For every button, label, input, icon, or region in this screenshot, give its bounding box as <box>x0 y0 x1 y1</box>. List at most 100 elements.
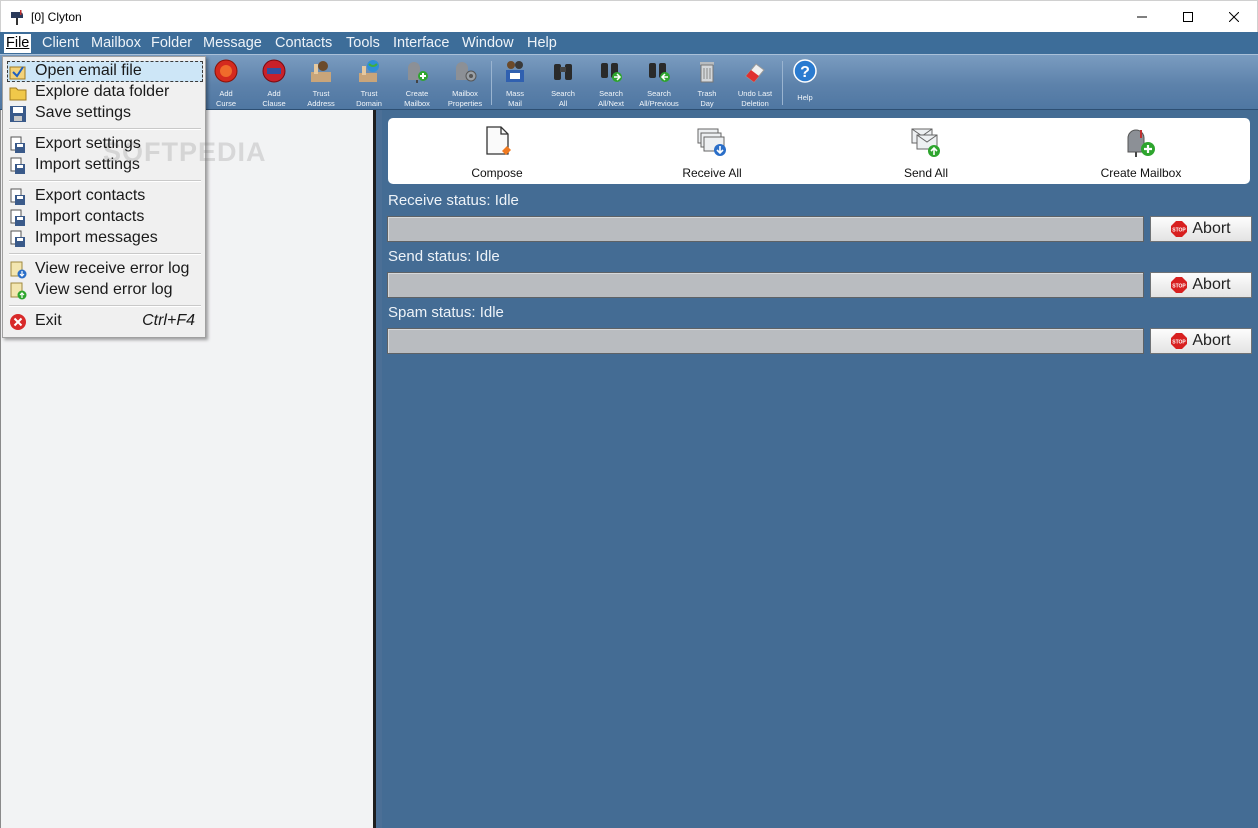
exit-label: Exit <box>35 312 62 329</box>
add-clause-button[interactable]: Add Clause <box>249 58 299 108</box>
trash-day-label-1: Trash <box>697 89 717 98</box>
menu-item-import-messages[interactable]: Import messages <box>7 228 203 249</box>
undo-deletion-label-2: Deletion <box>741 99 769 108</box>
close-button[interactable] <box>1211 1 1257 32</box>
mass-mail-button[interactable]: Mass Mail <box>490 58 540 108</box>
mailbox-add-icon <box>1127 129 1155 157</box>
trash-day-label-2: Day <box>700 99 714 108</box>
trust-address-button[interactable]: Trust Address <box>296 58 346 108</box>
menu-item-exit[interactable]: Exit Ctrl+F4 <box>7 311 203 332</box>
import-settings-label: Import settings <box>35 156 140 173</box>
minimize-button[interactable] <box>1119 1 1165 32</box>
export-icon <box>10 136 25 153</box>
mailbox-properties-label-2: Properties <box>447 99 483 108</box>
create-mailbox-toolbar-button[interactable]: Create Mailbox <box>392 58 442 108</box>
send-abort-button[interactable]: STOP Abort <box>1150 272 1252 298</box>
menu-folder[interactable]: Folder <box>151 35 192 52</box>
receive-all-icon <box>697 128 726 156</box>
send-status-label: Send status: Idle <box>388 248 500 265</box>
binoculars-previous-icon <box>649 63 670 82</box>
add-curse-label-1: Add <box>219 89 233 98</box>
menu-item-import-settings[interactable]: Import settings <box>7 155 203 176</box>
maximize-button[interactable] <box>1165 1 1211 32</box>
menu-file-label: File <box>6 35 30 51</box>
exit-icon <box>10 314 26 330</box>
import-messages-label: Import messages <box>35 229 158 246</box>
search-all-label-2: All <box>558 99 568 108</box>
mailbox-properties-button[interactable]: Mailbox Properties <box>440 58 490 108</box>
send-progress-bar <box>387 272 1144 298</box>
receive-status-label: Receive status: Idle <box>388 192 519 209</box>
trust-domain-label-2: Domain <box>356 99 382 108</box>
trust-domain-button[interactable]: Trust Domain <box>344 58 394 108</box>
receive-all-button[interactable]: Receive All <box>637 124 787 180</box>
search-all-label-1: Search <box>551 89 575 98</box>
save-settings-label: Save settings <box>35 104 132 121</box>
search-all-button[interactable]: Search All <box>538 58 588 108</box>
menu-tools[interactable]: Tools <box>346 35 380 52</box>
compose-icon <box>486 126 511 155</box>
menu-client[interactable]: Client <box>42 35 79 52</box>
import-contacts-label: Import contacts <box>35 208 145 225</box>
undo-deletion-button[interactable]: Undo Last Deletion <box>730 58 780 108</box>
import-messages-icon <box>10 230 25 247</box>
add-curse-label-2: Curse <box>215 99 236 108</box>
search-previous-button[interactable]: Search All/Previous <box>634 58 684 108</box>
trash-day-button[interactable]: Trash Day <box>682 58 732 108</box>
open-email-file-label: Open email file <box>35 62 142 79</box>
menu-interface[interactable]: Interface <box>393 35 449 52</box>
menu-item-save-settings[interactable]: Save settings <box>7 103 203 124</box>
menu-contacts[interactable]: Contacts <box>275 35 332 52</box>
receive-abort-label: Abort <box>1192 220 1231 237</box>
menu-window[interactable]: Window <box>462 35 514 52</box>
stop-icon: STOP <box>1171 221 1188 237</box>
menu-separator <box>9 180 201 182</box>
menu-item-import-contacts[interactable]: Import contacts <box>7 207 203 228</box>
folder-icon <box>9 87 27 101</box>
menu-mailbox[interactable]: Mailbox <box>91 35 141 52</box>
trust-address-label-1: Trust <box>312 89 330 98</box>
stop-icon: STOP <box>1171 333 1188 349</box>
menu-message[interactable]: Message <box>203 35 262 52</box>
save-icon <box>10 106 26 122</box>
menu-item-export-settings[interactable]: Export settings <box>7 134 203 155</box>
explore-data-folder-label: Explore data folder <box>35 83 170 100</box>
menu-separator <box>9 128 201 130</box>
binoculars-next-icon <box>601 63 622 82</box>
main-panel: Compose Receive All Send All Create Mail… <box>382 110 1258 828</box>
app-mailbox-icon <box>11 10 23 25</box>
mass-mail-label-2: Mail <box>508 99 522 108</box>
add-clause-label-2: Clause <box>262 99 286 108</box>
search-next-label-2: All/Next <box>598 99 624 108</box>
trust-domain-icon <box>359 60 379 82</box>
create-mailbox-button[interactable]: Create Mailbox <box>1066 124 1216 180</box>
menu-item-export-contacts[interactable]: Export contacts <box>7 186 203 207</box>
export-contacts-icon <box>10 188 25 205</box>
create-mailbox-quick-label: Create Mailbox <box>1100 166 1182 180</box>
spam-abort-button[interactable]: STOP Abort <box>1150 328 1252 354</box>
add-curse-button[interactable]: Add Curse <box>201 58 251 108</box>
compose-button[interactable]: Compose <box>422 124 572 180</box>
open-email-icon <box>9 66 26 80</box>
create-mailbox-label-2: Mailbox <box>404 99 430 108</box>
spam-progress-bar <box>387 328 1144 354</box>
menu-item-view-send-error-log[interactable]: View send error log <box>7 280 203 301</box>
trust-address-icon <box>311 61 331 82</box>
menu-help[interactable]: Help <box>527 35 557 52</box>
menu-item-explore-data-folder[interactable]: Explore data folder <box>7 82 203 103</box>
send-all-button[interactable]: Send All <box>851 124 1001 180</box>
help-button[interactable]: ? Help <box>780 58 830 108</box>
search-next-button[interactable]: Search All/Next <box>586 58 636 108</box>
menu-item-view-receive-error-log[interactable]: View receive error log <box>7 259 203 280</box>
menu-item-open-email-file[interactable]: Open email file <box>7 61 203 82</box>
send-all-label: Send All <box>903 166 949 180</box>
receive-log-icon <box>10 261 27 279</box>
send-all-icon <box>911 128 940 157</box>
quick-actions-bar: Compose Receive All Send All Create Mail… <box>388 118 1250 184</box>
menu-separator <box>9 253 201 255</box>
menu-file[interactable]: File <box>4 34 32 53</box>
file-menu-dropdown: SOFTPEDIA Open email file Explore data f… <box>2 56 266 338</box>
receive-abort-button[interactable]: STOP Abort <box>1150 216 1252 242</box>
mass-mail-label-1: Mass <box>506 89 524 98</box>
menu-separator <box>9 305 201 307</box>
